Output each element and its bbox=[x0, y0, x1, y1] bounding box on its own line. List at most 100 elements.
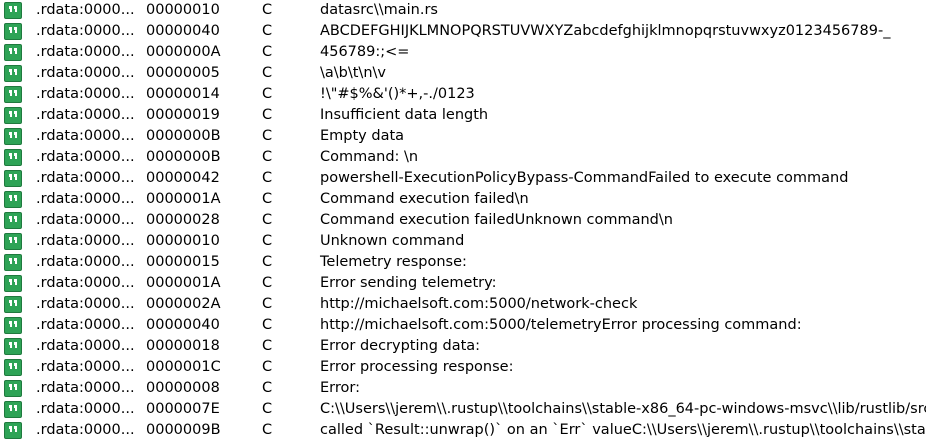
string-value: Error decrypting data: bbox=[320, 338, 481, 354]
string-length: 00000028 bbox=[146, 212, 220, 228]
string-type: C bbox=[262, 23, 273, 39]
string-row[interactable]: .rdata:0000... 00000008 C Error: bbox=[0, 378, 926, 399]
string-value: datasrc\\main.rs bbox=[320, 2, 438, 18]
string-quote-icon bbox=[4, 128, 22, 145]
string-row[interactable]: .rdata:0000... 00000040 C http://michael… bbox=[0, 315, 926, 336]
string-row[interactable]: .rdata:0000... 00000014 C !\"#$%&'()*+,-… bbox=[0, 84, 926, 105]
string-quote-icon bbox=[4, 338, 22, 355]
string-row[interactable]: .rdata:0000... 00000018 C Error decrypti… bbox=[0, 336, 926, 357]
string-value: http://michaelsoft.com:5000/network-chec… bbox=[320, 296, 638, 312]
string-type: C bbox=[262, 2, 273, 18]
string-quote-icon bbox=[4, 2, 22, 19]
string-value: http://michaelsoft.com:5000/telemetryErr… bbox=[320, 317, 802, 333]
string-length: 0000000A bbox=[146, 44, 221, 60]
string-value: C:\\Users\\jerem\\.rustup\\toolchains\\s… bbox=[320, 401, 926, 417]
string-value: Error processing response: bbox=[320, 359, 514, 375]
string-address: .rdata:0000... bbox=[36, 107, 135, 123]
string-value: 456789:;<= bbox=[320, 44, 410, 60]
string-type: C bbox=[262, 338, 273, 354]
string-length: 0000007E bbox=[146, 401, 220, 417]
string-quote-icon bbox=[4, 275, 22, 292]
string-quote-icon bbox=[4, 44, 22, 61]
string-type: C bbox=[262, 86, 273, 102]
string-type: C bbox=[262, 149, 273, 165]
string-address: .rdata:0000... bbox=[36, 2, 135, 18]
string-value: Unknown command bbox=[320, 233, 465, 249]
string-quote-icon bbox=[4, 422, 22, 439]
string-type: C bbox=[262, 170, 273, 186]
string-length: 0000009B bbox=[146, 422, 221, 438]
strings-list: .rdata:0000... 00000010 C datasrc\\main.… bbox=[0, 0, 926, 442]
string-type: C bbox=[262, 296, 273, 312]
string-length: 0000001C bbox=[146, 359, 221, 375]
string-length: 00000005 bbox=[146, 65, 220, 81]
string-value: \a\b\t\n\v bbox=[320, 65, 386, 81]
string-row[interactable]: .rdata:0000... 0000009B C called `Result… bbox=[0, 420, 926, 441]
string-length: 0000001A bbox=[146, 191, 221, 207]
string-address: .rdata:0000... bbox=[36, 65, 135, 81]
string-value: Insufficient data length bbox=[320, 107, 489, 123]
string-length: 00000014 bbox=[146, 86, 220, 102]
string-address: .rdata:0000... bbox=[36, 44, 135, 60]
string-address: .rdata:0000... bbox=[36, 422, 135, 438]
string-length: 00000040 bbox=[146, 23, 220, 39]
string-value: !\"#$%&'()*+,-./0123 bbox=[320, 86, 475, 102]
string-value: called `Result::unwrap()` on an `Err` va… bbox=[320, 422, 926, 438]
string-type: C bbox=[262, 191, 273, 207]
string-row[interactable]: .rdata:0000... 00000005 C \a\b\t\n\v bbox=[0, 63, 926, 84]
string-type: C bbox=[262, 401, 273, 417]
string-quote-icon bbox=[4, 359, 22, 376]
string-row[interactable]: .rdata:0000... 00000028 C Command execut… bbox=[0, 210, 926, 231]
string-type: C bbox=[262, 254, 273, 270]
string-row[interactable]: .rdata:0000... 00000019 C Insufficient d… bbox=[0, 105, 926, 126]
string-value: Error: bbox=[320, 380, 360, 396]
string-quote-icon bbox=[4, 170, 22, 187]
string-row[interactable]: .rdata:0000... 0000001C C Error processi… bbox=[0, 357, 926, 378]
string-quote-icon bbox=[4, 86, 22, 103]
string-address: .rdata:0000... bbox=[36, 275, 135, 291]
string-length: 0000002A bbox=[146, 296, 221, 312]
string-length: 00000010 bbox=[146, 2, 220, 18]
string-row[interactable]: .rdata:0000... 00000015 C Telemetry resp… bbox=[0, 252, 926, 273]
string-type: C bbox=[262, 359, 273, 375]
string-row[interactable]: .rdata:0000... 0000001A C Command execut… bbox=[0, 189, 926, 210]
string-row[interactable]: .rdata:0000... 00000040 C ABCDEFGHIJKLMN… bbox=[0, 21, 926, 42]
string-row[interactable]: .rdata:0000... 00000010 C datasrc\\main.… bbox=[0, 0, 926, 21]
string-type: C bbox=[262, 422, 273, 438]
string-row[interactable]: .rdata:0000... 0000007E C C:\\Users\\jer… bbox=[0, 399, 926, 420]
string-type: C bbox=[262, 212, 273, 228]
string-address: .rdata:0000... bbox=[36, 359, 135, 375]
string-quote-icon bbox=[4, 65, 22, 82]
string-row[interactable]: .rdata:0000... 0000000B C Command: \n bbox=[0, 147, 926, 168]
string-quote-icon bbox=[4, 191, 22, 208]
string-address: .rdata:0000... bbox=[36, 149, 135, 165]
string-quote-icon bbox=[4, 212, 22, 229]
string-row[interactable]: .rdata:0000... 0000000B C Empty data bbox=[0, 126, 926, 147]
string-type: C bbox=[262, 107, 273, 123]
string-row[interactable]: .rdata:0000... 00000042 C powershell-Exe… bbox=[0, 168, 926, 189]
string-length: 0000000B bbox=[146, 128, 221, 144]
string-value: Command execution failed\n bbox=[320, 191, 529, 207]
string-type: C bbox=[262, 275, 273, 291]
string-address: .rdata:0000... bbox=[36, 170, 135, 186]
string-value: Error sending telemetry: bbox=[320, 275, 497, 291]
string-quote-icon bbox=[4, 401, 22, 418]
string-row[interactable]: .rdata:0000... 0000000A C 456789:;<= bbox=[0, 42, 926, 63]
string-type: C bbox=[262, 233, 273, 249]
string-row[interactable]: .rdata:0000... 00000010 C Unknown comman… bbox=[0, 231, 926, 252]
string-length: 00000018 bbox=[146, 338, 220, 354]
string-address: .rdata:0000... bbox=[36, 191, 135, 207]
string-row[interactable]: .rdata:0000... 0000001A C Error sending … bbox=[0, 273, 926, 294]
string-type: C bbox=[262, 317, 273, 333]
string-row[interactable]: .rdata:0000... 0000002A C http://michael… bbox=[0, 294, 926, 315]
string-quote-icon bbox=[4, 23, 22, 40]
string-length: 00000008 bbox=[146, 380, 220, 396]
string-address: .rdata:0000... bbox=[36, 128, 135, 144]
string-address: .rdata:0000... bbox=[36, 401, 135, 417]
string-value: ABCDEFGHIJKLMNOPQRSTUVWXYZabcdefghijklmn… bbox=[320, 23, 891, 39]
string-value: Telemetry response: bbox=[320, 254, 467, 270]
string-length: 00000040 bbox=[146, 317, 220, 333]
string-value: Empty data bbox=[320, 128, 405, 144]
string-type: C bbox=[262, 380, 273, 396]
string-address: .rdata:0000... bbox=[36, 317, 135, 333]
